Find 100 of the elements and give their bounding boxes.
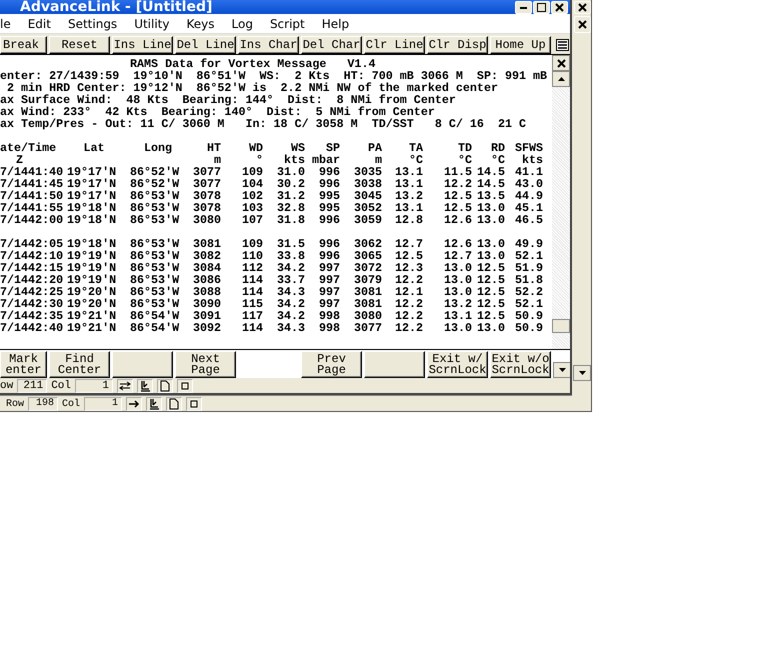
menu-item[interactable]: Keys [186, 16, 214, 30]
function-key[interactable]: Del Line [175, 36, 236, 54]
column-header: SFWS [514, 142, 543, 154]
table-cell-text: 12.6 [442, 238, 472, 250]
maximize-button[interactable] [533, 0, 550, 14]
column-header: WD [248, 142, 263, 154]
square-icon[interactable] [177, 378, 194, 392]
menu-item[interactable]: le [0, 16, 11, 30]
close-icon [578, 3, 586, 12]
menu-icon[interactable] [556, 39, 568, 51]
table-cell-text: 3062 [352, 238, 382, 250]
table-cell: 3090 [192, 298, 221, 310]
table-cell-text: 49.9 [514, 238, 543, 250]
table-cell-text: 13.5 [476, 190, 505, 202]
minimize-button[interactable] [515, 0, 532, 14]
function-key[interactable]: Mark enter [0, 351, 47, 378]
table-cell-text: 31.0 [276, 166, 305, 178]
swap-arrows-icon[interactable] [117, 378, 134, 392]
function-key[interactable]: Clr Disp [427, 36, 488, 54]
function-key[interactable]: Next Page [175, 351, 236, 378]
function-key[interactable]: Ins Line [112, 36, 173, 54]
report-line: 2 min HRD Center: 19°12'N 86°52'W is 2.2 NMi NW of the marked center [6, 82, 499, 94]
menu-item[interactable]: Utility [134, 16, 170, 30]
menu-item[interactable]: Edit [28, 16, 51, 30]
column-header: PA [366, 142, 382, 154]
table-cell-text: 51.9 [514, 262, 543, 274]
table-cell-text: 114 [240, 274, 263, 286]
table-cell: 7/1442:35 [0, 310, 64, 322]
document-icon[interactable] [166, 397, 182, 411]
table-cell-text: 996 [318, 238, 340, 250]
function-key[interactable]: Find Center [49, 351, 110, 378]
table-cell-text: 19°18'N [66, 238, 118, 250]
table-cell-text: 3052 [352, 202, 382, 214]
column-label: Col [62, 398, 80, 410]
function-key[interactable]: Prev Page [301, 351, 362, 378]
arrow-right-icon[interactable] [126, 397, 142, 411]
table-cell-text: 13.0 [476, 238, 505, 250]
scroll-down-button[interactable] [573, 365, 591, 381]
column-header: Lat [82, 142, 106, 154]
table-cell-text: 86°53'W [129, 214, 180, 226]
function-key[interactable]: Exit w/o ScrnLock [490, 351, 551, 378]
table-cell-text: 3065 [352, 250, 382, 262]
function-key[interactable]: Break [0, 36, 47, 54]
table-cell: 7/1441:40 [0, 166, 64, 178]
table-cell-text: 86°53'W [129, 298, 180, 310]
minimize-icon [520, 6, 527, 8]
table-cell-text: 51.8 [514, 274, 543, 286]
table-cell: 7/1441:45 [0, 178, 64, 190]
column-header: Long [142, 142, 174, 154]
document-icon[interactable] [157, 378, 174, 392]
menu-item[interactable]: Log [232, 16, 253, 30]
scroll-down-button[interactable] [553, 362, 570, 378]
table-cell-text: 19°21'N [66, 310, 118, 322]
table-cell: 3082 [192, 250, 221, 262]
capture-icon[interactable] [137, 378, 154, 392]
table-cell-text: 86°54'W [129, 322, 180, 334]
menu-item[interactable]: Help [322, 16, 350, 30]
table-cell-text: 34.3 [276, 286, 305, 298]
table-cell-text: 998 [318, 310, 340, 322]
table-cell-text: 86°53'W [129, 250, 180, 262]
table-cell-text: 12.5 [476, 286, 505, 298]
table-cell-text: 112 [240, 262, 263, 274]
table-cell-text: 109 [240, 238, 263, 250]
column-unit: m [374, 154, 382, 166]
table-cell: 7/1441:55 [0, 202, 64, 214]
close-button[interactable] [552, 55, 570, 71]
table-cell-text: 13.1 [442, 310, 472, 322]
table-cell-text: 12.5 [442, 190, 472, 202]
table-cell: 7/1442:05 [0, 238, 64, 250]
scroll-thumb[interactable] [552, 319, 570, 333]
table-cell-text: 12.1 [394, 286, 423, 298]
menu-item[interactable]: Settings [68, 16, 118, 30]
function-key[interactable]: Del Char [301, 36, 362, 54]
table-cell-text: 34.2 [276, 298, 305, 310]
capture-icon[interactable] [146, 397, 162, 411]
scroll-up-button[interactable] [552, 71, 570, 87]
function-key[interactable]: Reset [49, 36, 110, 54]
function-key[interactable]: Clr Line [364, 36, 425, 54]
scrollbar[interactable] [552, 55, 570, 349]
square-icon[interactable] [186, 397, 202, 411]
table-cell-text: 19°17'N [66, 178, 118, 190]
function-key[interactable]: Ins Char [238, 36, 299, 54]
function-key[interactable]: Home Up [490, 36, 551, 54]
table-cell-text: 12.7 [394, 238, 423, 250]
column-unit: °C [456, 154, 472, 166]
blank-key[interactable] [112, 351, 173, 378]
column-label: Col [51, 380, 72, 392]
table-cell-text: 41.1 [514, 166, 543, 178]
table-cell: 3086 [192, 274, 221, 286]
menu-item[interactable]: Script [270, 16, 305, 30]
table-cell-text: 13.0 [476, 202, 505, 214]
function-key[interactable]: Exit w/ ScrnLock [427, 351, 488, 378]
table-cell-text: 12.5 [476, 298, 505, 310]
blank-key[interactable] [364, 351, 425, 378]
table-cell: 3088 [192, 286, 221, 298]
table-cell-text: 13.0 [442, 322, 472, 334]
table-cell-text: 997 [318, 262, 340, 274]
report-line: enter: 27/1439:59 19°10'N 86°51'W WS: 2 Kts HT: 700 mB 3066 M SP: 991 mB [0, 70, 548, 82]
table-cell-text: 52.1 [514, 298, 543, 310]
table-cell-text: 12.6 [442, 214, 472, 226]
